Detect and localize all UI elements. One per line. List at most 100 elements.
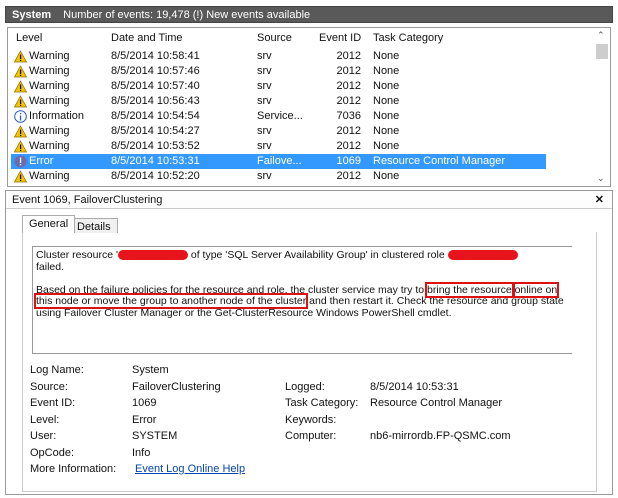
- col-level[interactable]: Level: [16, 32, 42, 44]
- event-detail-pane: Event 1069, FailoverClustering ✕ General…: [5, 190, 613, 495]
- row-source: srv: [257, 50, 272, 62]
- row-task: None: [373, 140, 400, 152]
- field-value[interactable]: 1069: [132, 397, 156, 409]
- row-level: Warning: [29, 170, 70, 182]
- row-task: None: [373, 95, 400, 107]
- row-level: Warning: [29, 50, 70, 62]
- msg-text: of type 'SQL Server Availability Group' …: [187, 249, 448, 261]
- row-source: srv: [257, 140, 272, 152]
- scroll-thumb[interactable]: [596, 44, 608, 59]
- field-label: Source:: [30, 380, 68, 393]
- detail-title: Event 1069, FailoverClustering: [12, 194, 163, 206]
- row-event-id: 1069: [336, 155, 361, 167]
- row-task: Resource Control Manager: [373, 155, 506, 167]
- event-row[interactable]: Warning 8/5/2014 10:52:20 srv 2012 None: [11, 169, 546, 184]
- field-label: Event ID:: [30, 397, 76, 409]
- row-date: 8/5/2014 10:58:41: [111, 50, 200, 62]
- event-row[interactable]: Warning 8/5/2014 10:54:27 srv 2012 None: [11, 124, 546, 139]
- field-label: Logged:: [285, 380, 325, 393]
- col-event-id[interactable]: Event ID: [319, 32, 361, 44]
- field-value[interactable]: nb6-mirrordb.FP-QSMC.com: [370, 430, 511, 442]
- row-level: Warning: [29, 95, 70, 107]
- row-event-id: 2012: [336, 125, 361, 137]
- row-event-id: 7036: [336, 110, 361, 122]
- row-task: None: [373, 80, 400, 92]
- row-level: Information: [29, 110, 85, 122]
- close-icon[interactable]: ✕: [595, 191, 604, 209]
- row-source: srv: [257, 65, 272, 77]
- row-event-id: 2012: [336, 140, 361, 152]
- row-level: Warning: [29, 140, 70, 152]
- field-label: Keywords:: [285, 413, 337, 426]
- event-count: Number of events: 19,478 (!) New events …: [63, 9, 311, 21]
- row-date: 8/5/2014 10:52:20: [111, 170, 200, 182]
- row-date: 8/5/2014 10:54:54: [111, 110, 200, 122]
- event-row[interactable]: Warning 8/5/2014 10:57:40 srv 2012 None: [11, 79, 546, 94]
- row-task: None: [373, 50, 400, 62]
- row-date: 8/5/2014 10:56:43: [111, 95, 200, 107]
- event-row[interactable]: Information 8/5/2014 10:54:54 Service...…: [11, 109, 546, 124]
- row-date: 8/5/2014 10:57:40: [111, 80, 200, 92]
- event-log-help-link[interactable]: Event Log Online Help: [135, 463, 245, 475]
- row-date: 8/5/2014 10:53:31: [111, 155, 200, 167]
- row-level: Warning: [29, 80, 70, 92]
- row-date: 8/5/2014 10:57:46: [111, 65, 200, 77]
- msg-text: Cluster resource ': [36, 249, 118, 261]
- field-label: More Information:: [30, 463, 117, 475]
- field-label: OpCode:: [30, 446, 75, 459]
- event-row[interactable]: Warning 8/5/2014 10:56:43 srv 2012 None: [11, 94, 546, 109]
- row-task: None: [373, 110, 400, 122]
- field-label: Computer:: [285, 430, 337, 442]
- msg-text: failed.: [36, 260, 65, 273]
- row-source: Failove...: [257, 155, 302, 167]
- row-date: 8/5/2014 10:54:27: [111, 125, 200, 137]
- row-event-id: 2012: [336, 95, 361, 107]
- row-event-id: 2012: [336, 65, 361, 77]
- row-level: Warning: [29, 125, 70, 137]
- tab-general[interactable]: General: [22, 215, 76, 233]
- row-event-id: 2012: [336, 170, 361, 182]
- row-source: srv: [257, 95, 272, 107]
- col-date[interactable]: Date and Time: [111, 32, 183, 44]
- field-value[interactable]: Info: [132, 447, 150, 459]
- field-label: User:: [30, 430, 57, 442]
- field-value[interactable]: SYSTEM: [132, 430, 177, 442]
- field-label: Level:: [30, 413, 60, 426]
- redacted-mark: [117, 250, 188, 261]
- row-source: srv: [257, 170, 272, 182]
- field-label: Task Category:: [285, 397, 359, 409]
- field-value[interactable]: 8/5/2014 10:53:31: [370, 381, 459, 393]
- field-value[interactable]: Error: [132, 414, 156, 426]
- row-source: Service...: [257, 110, 303, 122]
- row-task: None: [373, 125, 400, 137]
- row-level: Warning: [29, 65, 70, 77]
- redacted-mark: [447, 250, 518, 261]
- tab-details[interactable]: Details: [70, 218, 118, 233]
- scroll-up-icon[interactable]: ⌃: [597, 30, 605, 41]
- row-event-id: 2012: [336, 50, 361, 62]
- event-row[interactable]: Error 8/5/2014 10:53:31 Failove... 1069 …: [11, 154, 546, 169]
- row-source: srv: [257, 125, 272, 137]
- row-event-id: 2012: [336, 80, 361, 92]
- row-date: 8/5/2014 10:53:52: [111, 140, 200, 152]
- col-task[interactable]: Task Category: [373, 32, 443, 44]
- event-list[interactable]: Level Date and Time Source Event ID Task…: [7, 27, 611, 187]
- field-label: Log Name:: [30, 364, 84, 376]
- row-source: srv: [257, 80, 272, 92]
- field-value[interactable]: System: [132, 364, 169, 376]
- log-title: System: [12, 9, 52, 21]
- row-task: None: [373, 170, 400, 182]
- msg-text: Based on the failure policies for the re…: [36, 283, 428, 296]
- event-message[interactable]: Cluster resource ' of type 'SQL Server A…: [32, 246, 572, 354]
- field-value[interactable]: FailoverClustering: [132, 381, 221, 393]
- event-row[interactable]: Warning 8/5/2014 10:58:41 srv 2012 None: [11, 49, 546, 64]
- scroll-down-icon[interactable]: ⌄: [597, 173, 605, 184]
- field-value[interactable]: Resource Control Manager: [370, 397, 502, 409]
- event-row[interactable]: Warning 8/5/2014 10:53:52 srv 2012 None: [11, 139, 546, 154]
- col-source[interactable]: Source: [257, 32, 292, 44]
- highlight-box: bring the resource: [425, 281, 514, 298]
- event-row[interactable]: Warning 8/5/2014 10:57:46 srv 2012 None: [11, 64, 546, 79]
- row-level: Error: [29, 155, 54, 167]
- row-task: None: [373, 65, 400, 77]
- log-header: System Number of events: 19,478 (!) New e…: [5, 6, 613, 23]
